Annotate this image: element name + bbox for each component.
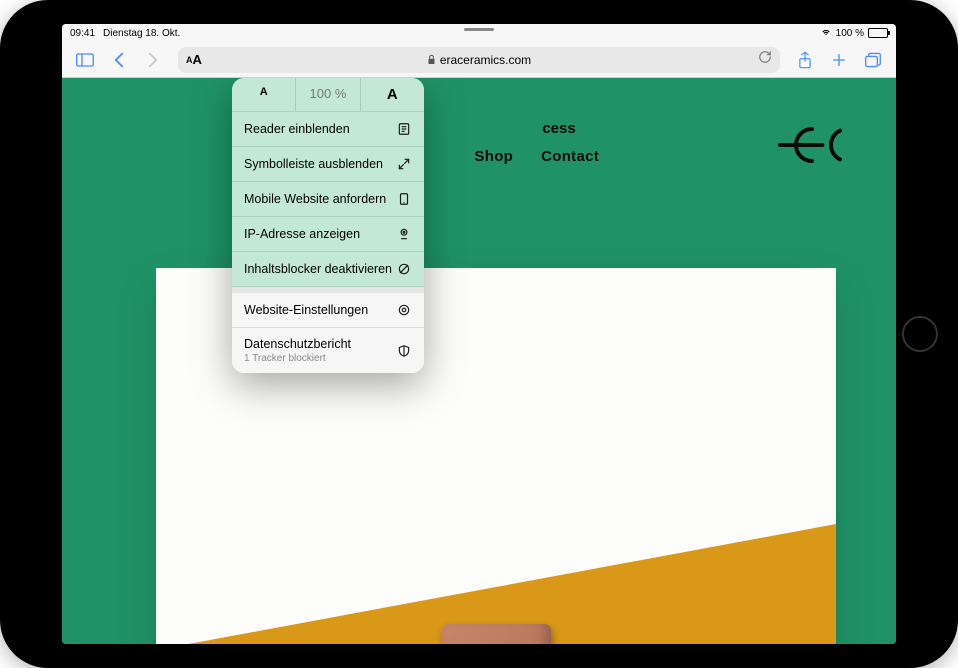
privacy-report-subtext: 1 Tracker blockiert [244,353,351,364]
nav-shop[interactable]: Shop [474,148,513,165]
status-time: 09:41 [70,28,95,39]
ipad-device-frame: 09:41 Dienstag 18. Okt. 100 % [0,0,958,668]
disable-blocker-button[interactable]: Inhaltsblocker deaktivieren [232,252,424,287]
blocker-off-icon [396,261,412,277]
page-settings-popover: A 100 % A Reader einblenden Symbolleiste… [232,78,424,373]
request-mobile-label: Mobile Website anfordern [244,192,386,206]
screen: 09:41 Dienstag 18. Okt. 100 % [62,24,896,644]
clay-block-image [441,624,551,644]
new-tab-button[interactable] [824,45,854,75]
privacy-report-label: Datenschutzbericht [244,337,351,351]
site-nav-row-2: placeholder Shop Contact [62,148,896,165]
location-icon [396,226,412,242]
request-mobile-button[interactable]: Mobile Website anfordern [232,182,424,217]
mobile-icon [396,191,412,207]
webpage-background: cess placeholder Shop Contact [62,78,896,644]
site-nav-row-1: cess [62,120,896,137]
shield-icon [396,343,412,359]
drag-handle-icon [464,28,494,31]
nav-contact[interactable]: Contact [541,148,599,165]
website-settings-label: Website-Einstellungen [244,303,368,317]
reader-icon [396,121,412,137]
battery-icon [868,28,888,38]
home-button[interactable] [902,316,938,352]
lock-icon [427,54,436,65]
website-settings-button[interactable]: Website-Einstellungen [232,293,424,328]
sidebar-button[interactable] [70,45,100,75]
wifi-icon [820,27,832,40]
status-bar: 09:41 Dienstag 18. Okt. 100 % [62,24,896,42]
browser-toolbar: AA eraceramics.com [62,42,896,78]
back-button[interactable] [104,45,134,75]
show-reader-label: Reader einblenden [244,122,350,136]
disable-blocker-label: Inhaltsblocker deaktivieren [244,262,392,276]
tabs-button[interactable] [858,45,888,75]
show-reader-button[interactable]: Reader einblenden [232,112,424,147]
share-button[interactable] [790,45,820,75]
reload-button[interactable] [758,50,772,69]
show-ip-button[interactable]: IP-Adresse anzeigen [232,217,424,252]
webpage-content: cess placeholder Shop Contact [62,78,896,644]
status-date: Dienstag 18. Okt. [103,28,180,39]
zoom-value: 100 % [296,78,360,111]
show-ip-label: IP-Adresse anzeigen [244,227,360,241]
hide-toolbar-label: Symbolleiste ausblenden [244,157,383,171]
page-settings-button[interactable]: AA [186,52,202,67]
url-text: eraceramics.com [440,53,531,67]
hide-toolbar-button[interactable]: Symbolleiste ausblenden [232,147,424,182]
gear-icon [396,302,412,318]
expand-icon [396,156,412,172]
address-bar[interactable]: AA eraceramics.com [178,47,780,73]
battery-text: 100 % [836,28,864,39]
forward-button [138,45,168,75]
privacy-report-button[interactable]: Datenschutzbericht 1 Tracker blockiert [232,328,424,373]
zoom-in-button[interactable]: A [361,78,424,111]
zoom-out-button[interactable]: A [232,78,296,111]
site-logo[interactable] [776,120,856,175]
nav-item-partial[interactable]: cess [542,120,575,137]
